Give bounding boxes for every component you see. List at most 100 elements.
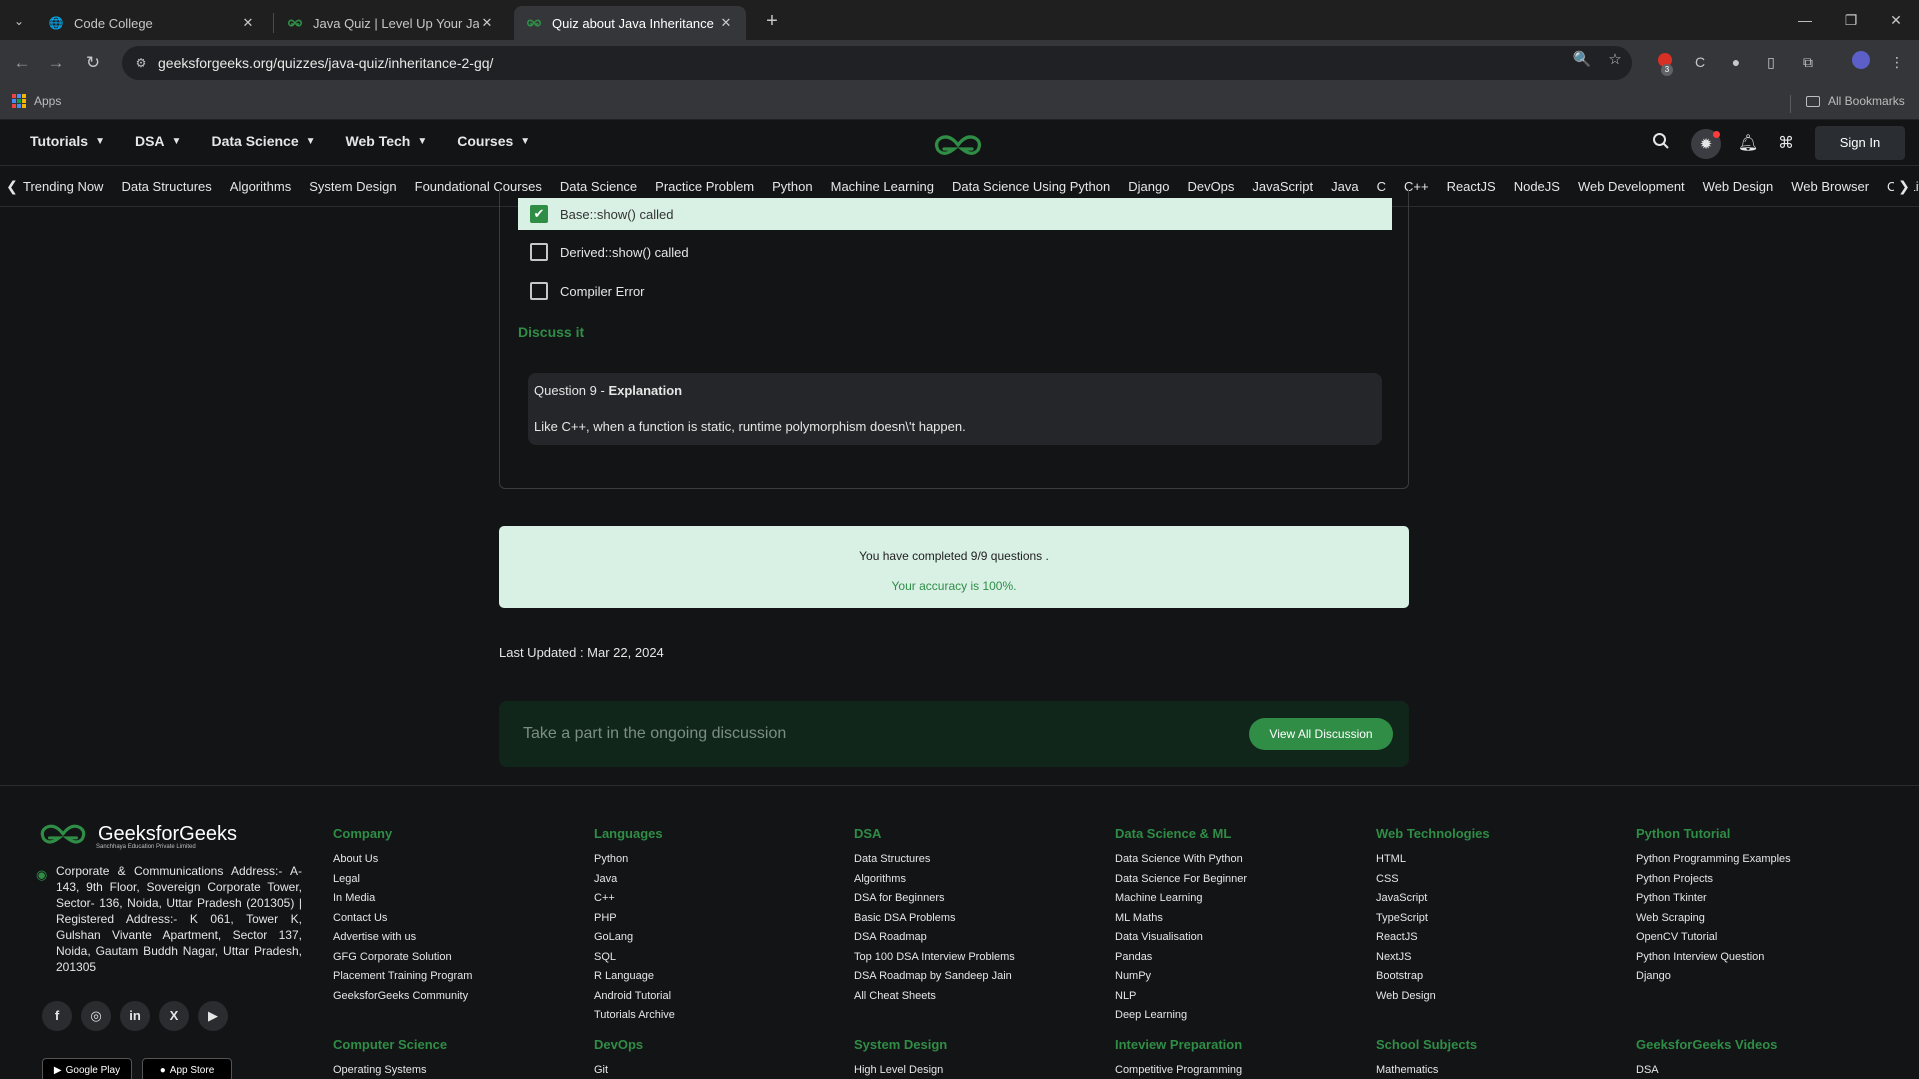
footer-link[interactable]: SQL <box>594 948 675 968</box>
nav-tutorials[interactable]: Tutorials ▼ <box>30 133 105 149</box>
bookmark-star-icon[interactable]: ☆ <box>1604 49 1626 71</box>
discussion-prompt[interactable]: Take a part in the ongoing discussion <box>523 725 786 743</box>
footer-link[interactable]: Data Visualisation <box>1115 928 1247 948</box>
apps-bookmark[interactable]: Apps <box>12 94 61 108</box>
footer-column-heading[interactable]: GeeksforGeeks Videos <box>1636 1037 1777 1055</box>
forward-arrow-icon[interactable]: → <box>42 49 70 77</box>
tab-code-college[interactable]: 🌐 Code College ✕ <box>36 6 268 40</box>
nav-courses[interactable]: Courses ▼ <box>457 133 530 149</box>
footer-link[interactable]: GoLang <box>594 928 675 948</box>
sign-in-button[interactable]: Sign In <box>1815 126 1905 160</box>
footer-link[interactable]: NumPy <box>1115 967 1247 987</box>
footer-link[interactable]: Top 100 DSA Interview Problems <box>854 948 1015 968</box>
extension-phone-icon[interactable]: ▯ <box>1760 51 1782 73</box>
address-bar[interactable]: ⚙ geeksforgeeks.org/quizzes/java-quiz/in… <box>122 46 1632 80</box>
footer-link[interactable]: PHP <box>594 909 675 929</box>
google-play-badge[interactable]: ▶ Google Play <box>42 1058 132 1079</box>
footer-column-heading[interactable]: System Design <box>854 1037 947 1055</box>
nav-dsa[interactable]: DSA ▼ <box>135 133 181 149</box>
translate-icon[interactable]: ⌘ <box>1774 132 1798 156</box>
footer-link[interactable]: Git <box>594 1061 643 1079</box>
footer-link[interactable]: C++ <box>594 889 675 909</box>
view-all-discussion-button[interactable]: View All Discussion <box>1249 718 1393 750</box>
footer-link[interactable]: Tutorials Archive <box>594 1006 675 1026</box>
footer-link[interactable]: DSA Roadmap by Sandeep Jain <box>854 967 1015 987</box>
close-icon[interactable]: ✕ <box>479 15 495 31</box>
tab-java-quiz[interactable]: Java Quiz | Level Up Your Java S ✕ <box>275 6 507 40</box>
all-bookmarks[interactable]: All Bookmarks <box>1806 94 1905 108</box>
tab-search-icon[interactable]: ⌄ <box>8 10 30 32</box>
footer-link[interactable]: HTML <box>1376 850 1490 870</box>
footer-link[interactable]: Machine Learning <box>1115 889 1247 909</box>
subnav-item[interactable]: System Design <box>309 179 396 194</box>
url-text[interactable]: geeksforgeeks.org/quizzes/java-quiz/inhe… <box>158 55 493 71</box>
footer-column-heading[interactable]: DevOps <box>594 1037 643 1055</box>
footer-link[interactable]: Operating Systems <box>333 1061 447 1079</box>
footer-link[interactable]: TypeScript <box>1376 909 1490 929</box>
footer-column-heading[interactable]: Company <box>333 826 472 844</box>
footer-link[interactable]: DSA for Beginners <box>854 889 1015 909</box>
footer-link[interactable]: DSA Roadmap <box>854 928 1015 948</box>
chevron-left-icon[interactable]: ❮ <box>2 175 22 197</box>
tab-quiz-java-inheritance[interactable]: Quiz about Java Inheritance ✕ <box>514 6 746 40</box>
minimize-icon[interactable]: — <box>1782 0 1828 40</box>
footer-column-heading[interactable]: Python Tutorial <box>1636 826 1791 844</box>
close-icon[interactable]: ✕ <box>240 15 256 31</box>
footer-link[interactable]: Python Projects <box>1636 870 1791 890</box>
footer-link[interactable]: Python Programming Examples <box>1636 850 1791 870</box>
linkedin-icon[interactable]: in <box>120 1001 150 1031</box>
footer-link[interactable]: GeeksforGeeks Community <box>333 987 472 1007</box>
reload-icon[interactable]: ↻ <box>79 49 107 77</box>
footer-link[interactable]: Advertise with us <box>333 928 472 948</box>
app-store-badge[interactable]: ● App Store <box>142 1058 232 1079</box>
youtube-icon[interactable]: ▶ <box>198 1001 228 1031</box>
restore-icon[interactable]: ❐ <box>1828 0 1874 40</box>
instagram-icon[interactable]: ◎ <box>81 1001 111 1031</box>
menu-dots-icon[interactable]: ⋮ <box>1886 51 1908 73</box>
footer-link[interactable]: About Us <box>333 850 472 870</box>
footer-link[interactable]: Android Tutorial <box>594 987 675 1007</box>
footer-link[interactable]: Pandas <box>1115 948 1247 968</box>
chevron-right-icon[interactable]: ❯ <box>1894 175 1914 197</box>
x-twitter-icon[interactable]: X <box>159 1001 189 1031</box>
back-arrow-icon[interactable]: ← <box>8 49 36 77</box>
footer-link[interactable]: JavaScript <box>1376 889 1490 909</box>
checkbox[interactable] <box>530 243 548 261</box>
footer-column-heading[interactable]: DSA <box>854 826 1015 844</box>
footer-link[interactable]: All Cheat Sheets <box>854 987 1015 1007</box>
subnav-item[interactable]: ReactJS <box>1447 179 1496 194</box>
subnav-item[interactable]: Algorithms <box>230 179 291 194</box>
footer-link[interactable]: Python <box>594 850 675 870</box>
extension-circle-icon[interactable]: ● <box>1725 51 1747 73</box>
footer-link[interactable]: High Level Design <box>854 1061 947 1079</box>
subnav-item[interactable]: Web Development <box>1578 179 1685 194</box>
footer-link[interactable]: Data Structures <box>854 850 1015 870</box>
zoom-icon[interactable]: 🔍 <box>1571 49 1593 71</box>
footer-link[interactable]: DSA <box>1636 1061 1777 1079</box>
checkbox-checked-icon[interactable]: ✔ <box>530 205 548 223</box>
checkbox[interactable] <box>530 282 548 300</box>
profile-avatar-icon[interactable] <box>1850 51 1872 73</box>
footer-column-heading[interactable]: Data Science & ML <box>1115 826 1247 844</box>
footer-link[interactable]: Data Science For Beginner <box>1115 870 1247 890</box>
search-icon[interactable] <box>1649 132 1673 156</box>
footer-link[interactable]: Mathematics <box>1376 1061 1477 1079</box>
facebook-icon[interactable]: f <box>42 1001 72 1031</box>
footer-link[interactable]: Algorithms <box>854 870 1015 890</box>
subnav-item[interactable]: Web Design <box>1703 179 1774 194</box>
subnav-item[interactable]: Web Browser <box>1791 179 1869 194</box>
footer-link[interactable]: GFG Corporate Solution <box>333 948 472 968</box>
quiz-option-selected[interactable]: ✔ Base::show() called <box>518 198 1392 230</box>
nav-web-tech[interactable]: Web Tech ▼ <box>346 133 428 149</box>
footer-link[interactable]: Deep Learning <box>1115 1006 1247 1026</box>
footer-link[interactable]: OpenCV Tutorial <box>1636 928 1791 948</box>
footer-link[interactable]: ReactJS <box>1376 928 1490 948</box>
extension-c-icon[interactable]: C <box>1689 51 1711 73</box>
footer-link[interactable]: Contact Us <box>333 909 472 929</box>
close-icon[interactable]: ✕ <box>718 15 734 31</box>
footer-link[interactable]: Web Design <box>1376 987 1490 1007</box>
footer-link[interactable]: Legal <box>333 870 472 890</box>
footer-column-heading[interactable]: School Subjects <box>1376 1037 1477 1055</box>
footer-link[interactable]: Python Interview Question <box>1636 948 1791 968</box>
footer-link[interactable]: Python Tkinter <box>1636 889 1791 909</box>
